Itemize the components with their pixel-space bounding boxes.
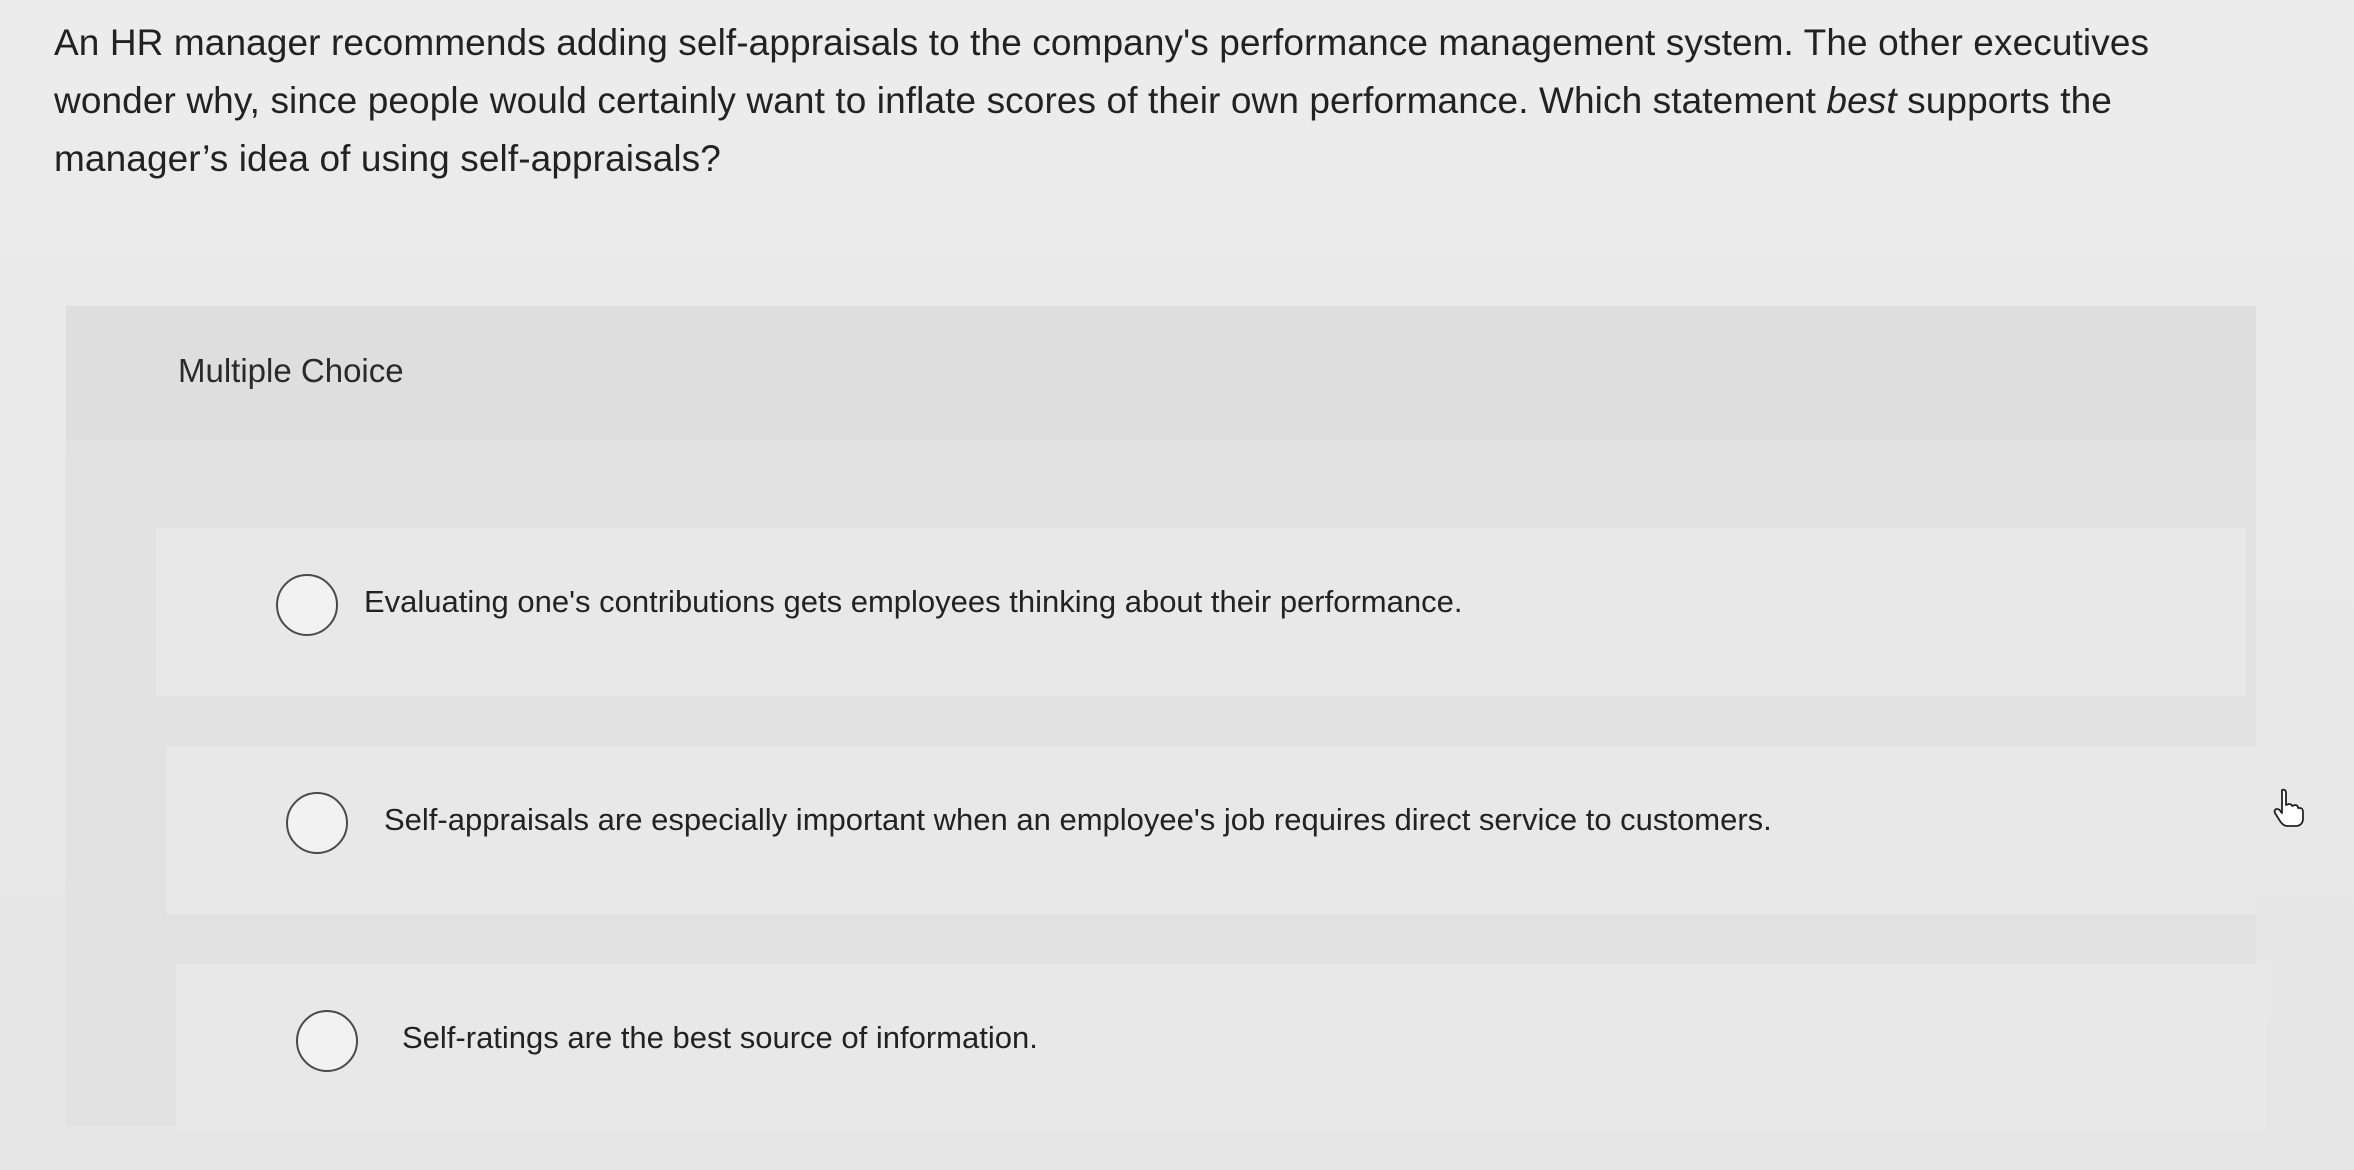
question-text: An HR manager recommends adding self-app…	[54, 14, 2274, 188]
option-b[interactable]: Self-appraisals are especially important…	[166, 746, 2256, 914]
option-label: Self-ratings are the best source of info…	[402, 1020, 1038, 1055]
radio-circle-icon[interactable]	[296, 1010, 358, 1072]
hand-pointer-icon	[2273, 788, 2304, 827]
option-c[interactable]: Self-ratings are the best source of info…	[176, 964, 2266, 1132]
question-emphasis: best	[1826, 80, 1897, 121]
option-label: Self-appraisals are especially important…	[384, 802, 1772, 837]
option-a[interactable]: Evaluating one's contributions gets empl…	[156, 528, 2246, 696]
radio-circle-icon[interactable]	[286, 792, 348, 854]
option-label: Evaluating one's contributions gets empl…	[364, 584, 1463, 619]
quiz-page: An HR manager recommends adding self-app…	[0, 0, 2354, 1170]
choice-header: Multiple Choice	[66, 306, 2256, 440]
multiple-choice-heading: Multiple Choice	[178, 352, 404, 389]
radio-circle-icon[interactable]	[276, 574, 338, 636]
multiple-choice-panel: Multiple Choice Evaluating one's contrib…	[66, 306, 2266, 1132]
